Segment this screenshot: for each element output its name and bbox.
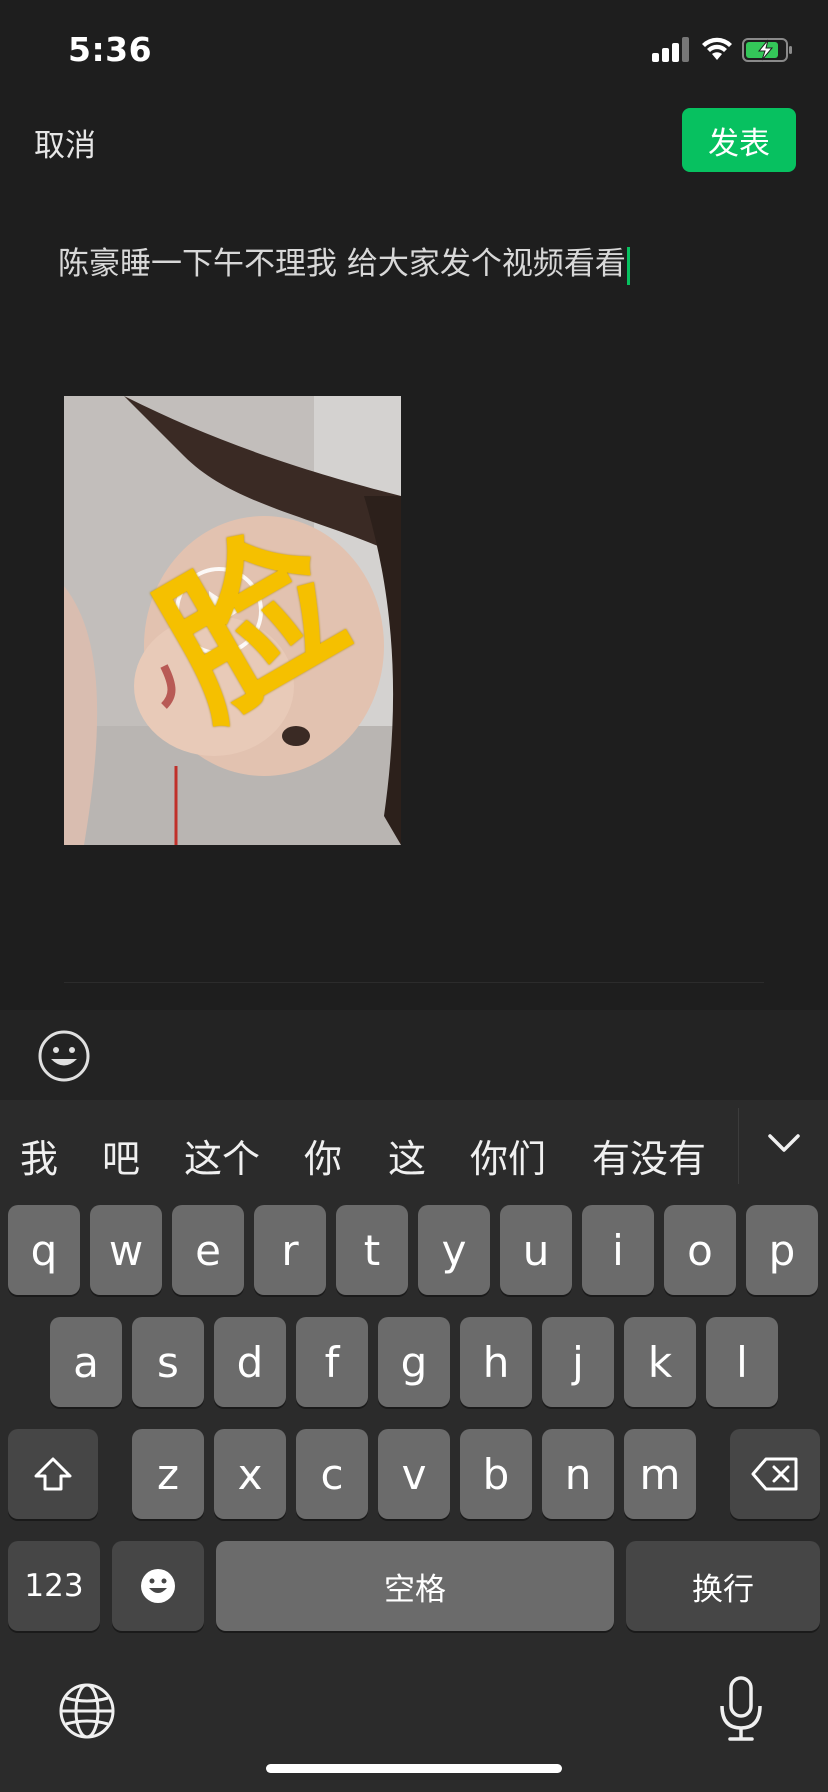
- key-y[interactable]: y: [418, 1205, 490, 1295]
- key-e[interactable]: e: [172, 1205, 244, 1295]
- key-h[interactable]: h: [460, 1317, 532, 1407]
- key-i[interactable]: i: [582, 1205, 654, 1295]
- key-l[interactable]: l: [706, 1317, 778, 1407]
- key-k[interactable]: k: [624, 1317, 696, 1407]
- key-s[interactable]: s: [132, 1317, 204, 1407]
- key-w[interactable]: w: [90, 1205, 162, 1295]
- post-text-input[interactable]: 陈豪睡一下午不理我 给大家发个视频看看: [58, 238, 630, 285]
- shift-icon: [34, 1457, 72, 1491]
- key-b[interactable]: b: [460, 1429, 532, 1519]
- status-time: 5:36: [68, 30, 153, 69]
- key-z[interactable]: z: [132, 1429, 204, 1519]
- key-u[interactable]: u: [500, 1205, 572, 1295]
- candidate-separator: [738, 1108, 739, 1184]
- home-indicator[interactable]: [266, 1764, 562, 1773]
- status-bar: 5:36: [0, 0, 828, 100]
- globe-icon[interactable]: [58, 1682, 116, 1740]
- key-a[interactable]: a: [50, 1317, 122, 1407]
- delete-key[interactable]: [730, 1429, 820, 1519]
- key-p[interactable]: p: [746, 1205, 818, 1295]
- candidate-word[interactable]: 你们: [470, 1128, 546, 1183]
- candidate-word[interactable]: 我: [20, 1128, 58, 1183]
- emoji-toolbar: [0, 1010, 828, 1100]
- candidate-word[interactable]: 这: [388, 1128, 426, 1183]
- key-t[interactable]: t: [336, 1205, 408, 1295]
- key-n[interactable]: n: [542, 1429, 614, 1519]
- key-q[interactable]: q: [8, 1205, 80, 1295]
- emoji-icon: [141, 1569, 175, 1603]
- key-g[interactable]: g: [378, 1317, 450, 1407]
- key-m[interactable]: m: [624, 1429, 696, 1519]
- candidate-word[interactable]: 吧: [102, 1128, 140, 1183]
- microphone-icon[interactable]: [718, 1676, 764, 1742]
- key-o[interactable]: o: [664, 1205, 736, 1295]
- return-key[interactable]: 换行: [626, 1541, 820, 1631]
- numbers-key[interactable]: 123: [8, 1541, 100, 1631]
- emoji-key[interactable]: [112, 1541, 204, 1631]
- key-r[interactable]: r: [254, 1205, 326, 1295]
- text-caret: [626, 246, 630, 285]
- key-j[interactable]: j: [542, 1317, 614, 1407]
- cancel-button[interactable]: 取消: [34, 120, 96, 165]
- key-d[interactable]: d: [214, 1317, 286, 1407]
- candidate-word[interactable]: 这个: [184, 1128, 260, 1183]
- backspace-icon: [751, 1457, 798, 1491]
- candidate-word[interactable]: 有没有: [592, 1128, 706, 1183]
- key-x[interactable]: x: [214, 1429, 286, 1519]
- emoji-button[interactable]: [36, 1028, 92, 1084]
- key-f[interactable]: f: [296, 1317, 368, 1407]
- divider: [64, 982, 764, 983]
- cellular-signal-icon: [652, 36, 692, 62]
- space-key[interactable]: 空格: [216, 1541, 614, 1631]
- battery-charging-icon: [742, 38, 792, 62]
- candidate-word[interactable]: 你: [304, 1128, 342, 1183]
- video-thumbnail[interactable]: 脸: [64, 396, 401, 845]
- shift-key[interactable]: [8, 1429, 98, 1519]
- wifi-icon: [702, 37, 732, 60]
- post-text: 陈豪睡一下午不理我 给大家发个视频看看: [58, 246, 626, 282]
- chevron-down-icon[interactable]: [764, 1128, 804, 1158]
- key-c[interactable]: c: [296, 1429, 368, 1519]
- publish-button[interactable]: 发表: [682, 108, 796, 172]
- key-v[interactable]: v: [378, 1429, 450, 1519]
